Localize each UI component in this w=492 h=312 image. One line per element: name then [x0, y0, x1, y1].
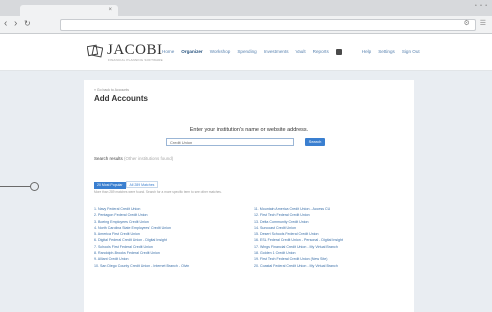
logo-text: JACOBI [107, 42, 163, 58]
result-link[interactable]: 16. ESL Federal Credit Union - Personal … [254, 237, 343, 243]
results-note: More than 289 matches were found. Search… [94, 190, 222, 194]
nav-settings[interactable]: Settings [378, 48, 395, 56]
back-icon[interactable]: ‹ [4, 18, 7, 30]
nav-reports[interactable]: Reports [313, 48, 329, 56]
institution-search-input[interactable]: Credit Union [166, 138, 294, 146]
annotation-line [0, 186, 30, 187]
search-button[interactable]: Search [305, 138, 325, 146]
results-heading-label: Search results [94, 156, 123, 161]
annotation-marker [30, 182, 39, 191]
menu-icon[interactable]: ☰ [480, 20, 486, 27]
browser-tab[interactable]: × [20, 5, 118, 16]
tab-all-matches[interactable]: All 289 Matches [125, 181, 159, 188]
calendar-icon[interactable] [335, 49, 342, 55]
browser-toolbar: ‹ › ↻ ⚙ ☰ [0, 16, 492, 34]
nav-investments[interactable]: Investments [264, 48, 289, 56]
results-column-left: 1. Navy Federal Credit Union 2. Pentagon… [94, 206, 189, 269]
results-tabs: 20 Most Popular All 289 Matches [94, 173, 159, 191]
nav-sign-out[interactable]: Sign Out [402, 48, 420, 56]
result-link[interactable]: 20. Coastal Federal Credit Union - My Vi… [254, 263, 343, 269]
nav-help[interactable]: Help [362, 48, 371, 56]
logo-mark-icon [87, 44, 103, 58]
page-title: Add Accounts [94, 94, 148, 103]
browser-menu: ⚙ ☰ [455, 19, 486, 27]
main-nav: Home Organizer Workshop Spending Investments… [162, 48, 427, 58]
window-controls[interactable]: • • • [475, 3, 488, 9]
site-header: JACOBI FINANCIAL PLANNING SOFTWARE Home O… [0, 34, 492, 71]
results-column-right: 11. Mountain America Credit Union - Acce… [254, 206, 343, 269]
nav-workshop[interactable]: Workshop [210, 48, 231, 56]
back-to-accounts-link[interactable]: « Go back to Accounts [94, 88, 129, 92]
nav-organizer[interactable]: Organizer [181, 48, 202, 56]
address-bar[interactable] [60, 19, 476, 31]
browser-tab-bar: × • • • [0, 0, 492, 16]
close-tab-icon[interactable]: × [108, 5, 112, 15]
nav-spending[interactable]: Spending [237, 48, 256, 56]
nav-vault[interactable]: Vault [296, 48, 306, 56]
add-accounts-panel: « Go back to Accounts Add Accounts Enter… [84, 80, 414, 312]
nav-home[interactable]: Home [162, 48, 174, 56]
search-prompt: Enter your institution's name or website… [189, 127, 309, 133]
forward-icon[interactable]: › [14, 18, 17, 30]
results-heading-sub: (Other institutions found) [124, 156, 174, 161]
logo-subtitle: FINANCIAL PLANNING SOFTWARE [108, 58, 163, 62]
result-link[interactable]: 10. San Diego County Credit Union - Inte… [94, 263, 189, 269]
settings-icon[interactable]: ⚙ [463, 20, 469, 27]
reload-icon[interactable]: ↻ [24, 18, 31, 30]
tab-most-popular[interactable]: 20 Most Popular [94, 182, 126, 189]
results-heading: Search results (Other institutions found… [94, 156, 173, 161]
